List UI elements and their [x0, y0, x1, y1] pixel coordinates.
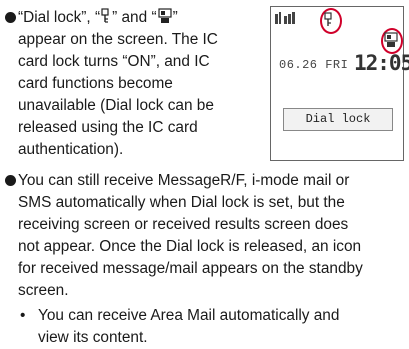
- bullet-dot: [5, 175, 16, 186]
- standby-screen-illustration: 06.26 FRI 12:05 Dial lock: [270, 6, 409, 161]
- bullet-dot: [5, 12, 16, 23]
- text-line-5: unavailable (Dial lock can be: [18, 97, 214, 114]
- bullet-text: “Dial lock”, “” and “” appear on the scr…: [18, 7, 218, 161]
- sub-bullet-dot: •: [20, 307, 26, 324]
- text-line-2: SMS automatically when Dial lock is set,…: [18, 194, 345, 211]
- text-line-2: view its content.: [38, 329, 148, 346]
- text-line-3: card lock turns “ON”, and IC: [18, 53, 210, 70]
- ic-card-lock-icon: [157, 8, 172, 23]
- text-line-2: appear on the screen. The IC: [18, 31, 218, 48]
- ic-card-lock-icon: [384, 32, 398, 47]
- sub-bullet-text: You can receive Area Mail automatically …: [38, 305, 408, 349]
- text-line-1: You can receive Area Mail automatically …: [38, 307, 340, 324]
- dial-lock-button[interactable]: Dial lock: [283, 108, 393, 131]
- antenna-signal-icon: [275, 12, 295, 24]
- text-line-4: not appear. Once the Dial lock is releas…: [18, 238, 362, 255]
- text-line-1: “Dial lock”, “” and “”: [18, 8, 178, 26]
- time-display: 12:05: [354, 51, 409, 75]
- text-line-5: for received message/mail appears on the…: [18, 260, 363, 277]
- text-line-1: You can still receive MessageR/F, i-mode…: [18, 172, 350, 189]
- text-line-6: screen.: [18, 282, 69, 299]
- lock-key-icon: [101, 8, 109, 23]
- date-display: 06.26 FRI: [279, 58, 349, 72]
- text-line-6: released using the IC card: [18, 119, 198, 136]
- lock-key-icon: [324, 12, 332, 26]
- text-line-4: card functions become: [18, 75, 173, 92]
- bullet-text: You can still receive MessageR/F, i-mode…: [18, 170, 363, 302]
- text-line-7: authentication).: [18, 141, 124, 158]
- text-line-3: receiving screen or received results scr…: [18, 216, 349, 233]
